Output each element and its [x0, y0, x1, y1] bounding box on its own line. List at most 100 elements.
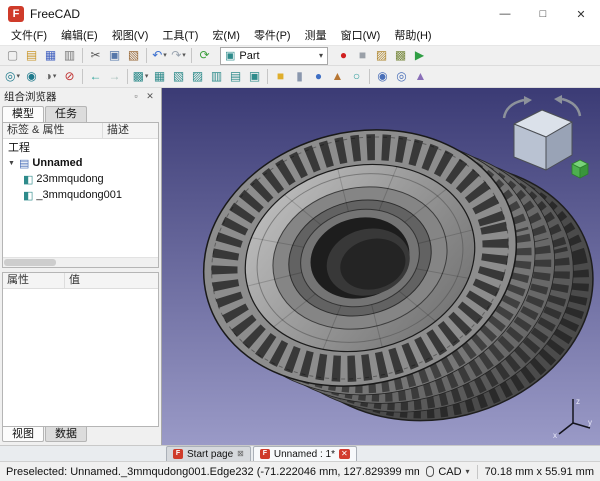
view-isometric-icon[interactable]: ▩▾ [131, 68, 150, 85]
maximize-button[interactable]: □ [524, 0, 562, 28]
mini-cube-icon[interactable] [572, 160, 588, 178]
macro-execute-icon[interactable]: ▶ [410, 47, 429, 64]
nav-forward-icon[interactable]: → [105, 68, 124, 85]
copy-icon[interactable]: ▣ [105, 47, 124, 64]
cut-icon[interactable]: ✂ [86, 47, 105, 64]
view-left-icon[interactable]: ▣ [245, 68, 264, 85]
view-rear-icon[interactable]: ▥ [207, 68, 226, 85]
menu-item-0[interactable]: 文件(F) [4, 28, 54, 45]
rotate-left-arrow-icon[interactable] [504, 100, 524, 118]
undo-icon[interactable]: ↶▾ [150, 47, 169, 64]
draw-style-icon[interactable]: ◑▾ [41, 68, 60, 85]
combo-view-panel: 组合浏览器 ▫ ✕ 模型 任务 标签 & 属性 描述 工程 ▼ ▤ Unname… [0, 88, 162, 445]
axis-z-label: z [576, 397, 580, 406]
nav-style-selector[interactable]: CAD ▾ [426, 466, 469, 478]
part-icon: ◧ [23, 173, 33, 186]
toolbar-view-part: ◎▾◉◑▾⊘←→▩▾▦▧▨▥▤▣■▮●▲○◉◎▲ [0, 66, 600, 88]
chevron-down-icon: ▾ [466, 467, 470, 476]
menu-item-3[interactable]: 工具(T) [155, 28, 205, 45]
tree-item-label: Unnamed [32, 157, 82, 169]
tree-header: 标签 & 属性 描述 [3, 123, 158, 139]
toolbar-separator [267, 69, 268, 84]
workbench-selector[interactable]: ▣ Part ▾ [220, 47, 328, 65]
panel-close-button[interactable]: ✕ [143, 91, 157, 102]
paste-icon[interactable]: ▧ [124, 47, 143, 64]
menu-item-4[interactable]: 宏(M) [205, 28, 247, 45]
workbench-label: Part [239, 50, 259, 62]
tree-item-document[interactable]: ▼ ▤ Unnamed [3, 155, 158, 171]
property-view-tabs: 视图 数据 [0, 427, 161, 445]
redo-icon[interactable]: ↷▾ [169, 47, 188, 64]
view-right-icon[interactable]: ▨ [188, 68, 207, 85]
minimize-button[interactable]: — [486, 0, 524, 28]
part-cone-icon[interactable]: ▲ [328, 68, 347, 85]
tab-data[interactable]: 数据 [45, 427, 87, 442]
panel-header: 组合浏览器 ▫ ✕ [0, 88, 161, 104]
main-area: 组合浏览器 ▫ ✕ 模型 任务 标签 & 属性 描述 工程 ▼ ▤ Unname… [0, 88, 600, 445]
macro-record-icon[interactable]: ● [334, 47, 353, 64]
menu-item-2[interactable]: 视图(V) [105, 28, 156, 45]
scrollbar-thumb[interactable] [4, 259, 56, 266]
macro-edit-icon[interactable]: ▩ [391, 47, 410, 64]
part-cylinder-icon[interactable]: ▮ [290, 68, 309, 85]
property-editor: 属性 值 [2, 272, 159, 427]
freecad-tab-icon: F [260, 449, 270, 459]
tree-item-label: _3mmqudong001 [36, 189, 122, 201]
combo-view-tabs: 模型 任务 [0, 104, 161, 122]
tree-item-part1[interactable]: ◧ 23mmqudong [3, 171, 158, 187]
boolean-union-icon[interactable]: ◉ [373, 68, 392, 85]
tab-unnamed-document[interactable]: F Unnamed : 1* ✕ [253, 446, 357, 461]
view-front-icon[interactable]: ▦ [150, 68, 169, 85]
menu-bar: 文件(F)编辑(E)视图(V)工具(T)宏(M)零件(P)测量窗口(W)帮助(H… [0, 28, 600, 46]
refresh-icon[interactable]: ⟳ [195, 47, 214, 64]
menu-item-8[interactable]: 帮助(H) [387, 28, 438, 45]
part-torus-icon[interactable]: ○ [347, 68, 366, 85]
tree-root-application[interactable]: 工程 [3, 139, 158, 155]
panel-float-button[interactable]: ▫ [129, 91, 143, 101]
open-document-icon[interactable]: ▤ [22, 47, 41, 64]
tab-label: Start page [187, 449, 233, 460]
tab-start-page[interactable]: F Start page ⊠ [166, 446, 251, 461]
menu-item-5[interactable]: 零件(P) [247, 28, 298, 45]
fit-all-icon[interactable]: ◎▾ [3, 68, 22, 85]
property-header: 属性 值 [3, 273, 158, 289]
window-title: FreeCAD [30, 7, 80, 21]
tree-item-label: 23mmqudong [36, 173, 103, 185]
close-button[interactable]: ✕ [562, 0, 600, 28]
tree-horizontal-scrollbar[interactable] [3, 257, 158, 267]
tree-rows: 工程 ▼ ▤ Unnamed ◧ 23mmqudong ◧ _3mmqudong… [3, 139, 158, 257]
expander-icon[interactable]: ▼ [8, 160, 16, 167]
tree-item-part2[interactable]: ◧ _3mmqudong001 [3, 187, 158, 203]
tree-column-labels: 标签 & 属性 [3, 123, 103, 138]
save-icon[interactable]: ▦ [41, 47, 60, 64]
macros-dialog-icon[interactable]: ▨ [372, 47, 391, 64]
nav-back-icon[interactable]: ← [86, 68, 105, 85]
tab-model[interactable]: 模型 [2, 106, 44, 122]
3d-viewport[interactable]: z x y [162, 88, 600, 445]
tab-tasks[interactable]: 任务 [45, 106, 87, 122]
zoom-selection-icon[interactable]: ◉ [22, 68, 41, 85]
menu-item-1[interactable]: 编辑(E) [54, 28, 105, 45]
view-bottom-icon[interactable]: ▤ [226, 68, 245, 85]
navigation-cube[interactable] [490, 94, 590, 186]
part-extrude-icon[interactable]: ▲ [411, 68, 430, 85]
macro-stop-icon[interactable]: ■ [353, 47, 372, 64]
toolbar-separator [191, 48, 192, 63]
tab-view[interactable]: 视图 [2, 427, 44, 442]
boolean-cut-icon[interactable]: ◎ [392, 68, 411, 85]
part-box-icon[interactable]: ■ [271, 68, 290, 85]
print-icon[interactable]: ▥ [60, 47, 79, 64]
view-top-icon[interactable]: ▧ [169, 68, 188, 85]
property-column: 属性 [3, 273, 65, 288]
new-document-icon[interactable]: ▢ [3, 47, 22, 64]
clipping-plane-icon[interactable]: ⊘ [60, 68, 79, 85]
tree-root-label: 工程 [8, 139, 30, 155]
part-sphere-icon[interactable]: ● [309, 68, 328, 85]
menu-item-7[interactable]: 窗口(W) [334, 28, 388, 45]
tab-close-icon[interactable]: ✕ [339, 449, 350, 459]
toolbar-separator [82, 48, 83, 63]
rotate-right-arrow-icon[interactable] [562, 99, 580, 116]
tab-close-icon[interactable]: ⊠ [237, 449, 244, 459]
document-tab-bar: F Start page ⊠ F Unnamed : 1* ✕ [0, 445, 600, 461]
menu-item-6[interactable]: 测量 [298, 28, 334, 45]
